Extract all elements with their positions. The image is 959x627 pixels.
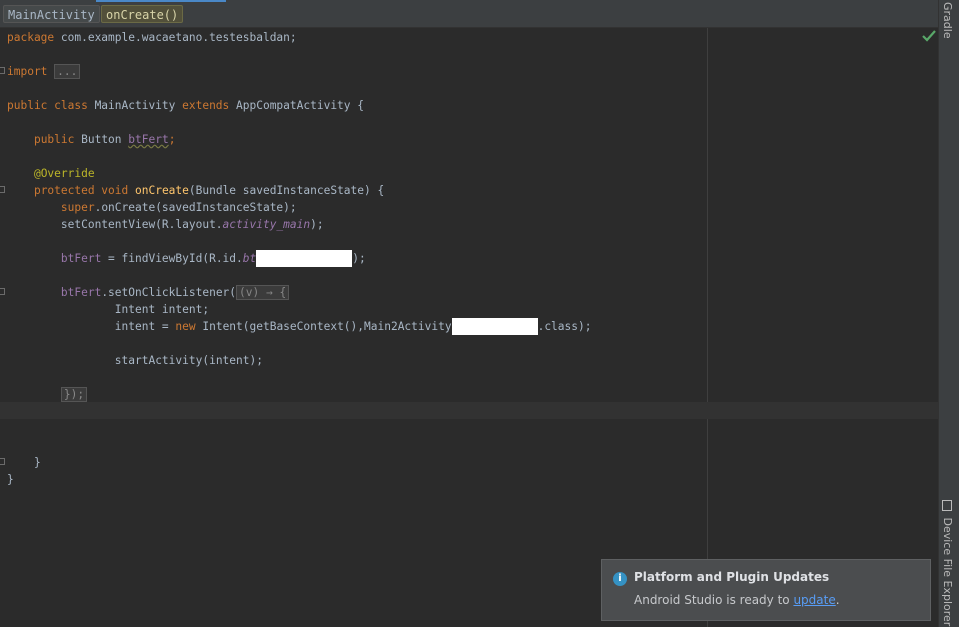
code-line: public class MainActivity extends AppCom… [7, 99, 364, 112]
lambda-fold[interactable]: (v) → { [236, 285, 290, 300]
fold-marker-icon[interactable] [0, 288, 5, 295]
folded-imports[interactable]: ... [54, 64, 81, 79]
update-notification[interactable]: i Platform and Plugin Updates Android St… [601, 559, 931, 621]
code-line: } [33, 456, 41, 469]
code-line: btFert.setOnClickListener((v) → { [7, 284, 290, 301]
code-line: }); [7, 386, 88, 403]
code-line: @Override [33, 167, 95, 180]
code-editor[interactable]: package com.example.wacaetano.testesbald… [0, 28, 938, 627]
code-line: startActivity(intent); [114, 354, 263, 367]
code-line: } [7, 473, 14, 486]
device-file-explorer-tool-tab[interactable]: Device File Explorer [941, 500, 954, 626]
gradle-tool-tab[interactable]: Gradle [941, 2, 954, 39]
notification-title: Platform and Plugin Updates [634, 570, 830, 584]
gradle-tab-label: Gradle [941, 2, 954, 39]
fold-marker-icon[interactable] [0, 458, 5, 465]
breadcrumb-item-mainactivity[interactable]: MainActivity [3, 5, 100, 23]
code-line: super.onCreate(savedInstanceState); [60, 201, 297, 214]
device-file-explorer-tab-label: Device File Explorer [941, 517, 954, 627]
code-line: Intent intent; [114, 303, 210, 316]
redacted-text [451, 318, 538, 335]
code-line: import ... [7, 63, 81, 80]
code-line: package com.example.wacaetano.testesbald… [7, 31, 297, 44]
redacted-text [256, 250, 353, 267]
code-line: btFert = findViewById(R.id.bt); [60, 250, 366, 267]
breadcrumb-item-oncreate[interactable]: onCreate() [101, 5, 184, 23]
notification-body: Android Studio is ready to update. [634, 593, 840, 607]
right-tool-strip: Gradle Device File Explorer [938, 0, 959, 627]
update-link[interactable]: update [793, 593, 835, 607]
fold-marker-icon[interactable] [0, 186, 5, 193]
active-tab-indicator [96, 0, 226, 2]
fold-marker-icon[interactable] [0, 67, 5, 74]
device-icon [942, 500, 952, 511]
check-icon [922, 30, 936, 42]
right-margin-guide [707, 28, 708, 627]
breadcrumb: MainActivity onCreate() [0, 0, 938, 28]
current-line-highlight [0, 402, 938, 419]
code-line: protected void onCreate(Bundle savedInst… [33, 184, 385, 197]
code-line: setContentView(R.layout.activity_main); [60, 218, 324, 231]
code-line: public Button btFert; [33, 133, 176, 146]
info-icon: i [613, 572, 627, 586]
code-line: intent = new Intent(getBaseContext(),Mai… [114, 318, 592, 335]
